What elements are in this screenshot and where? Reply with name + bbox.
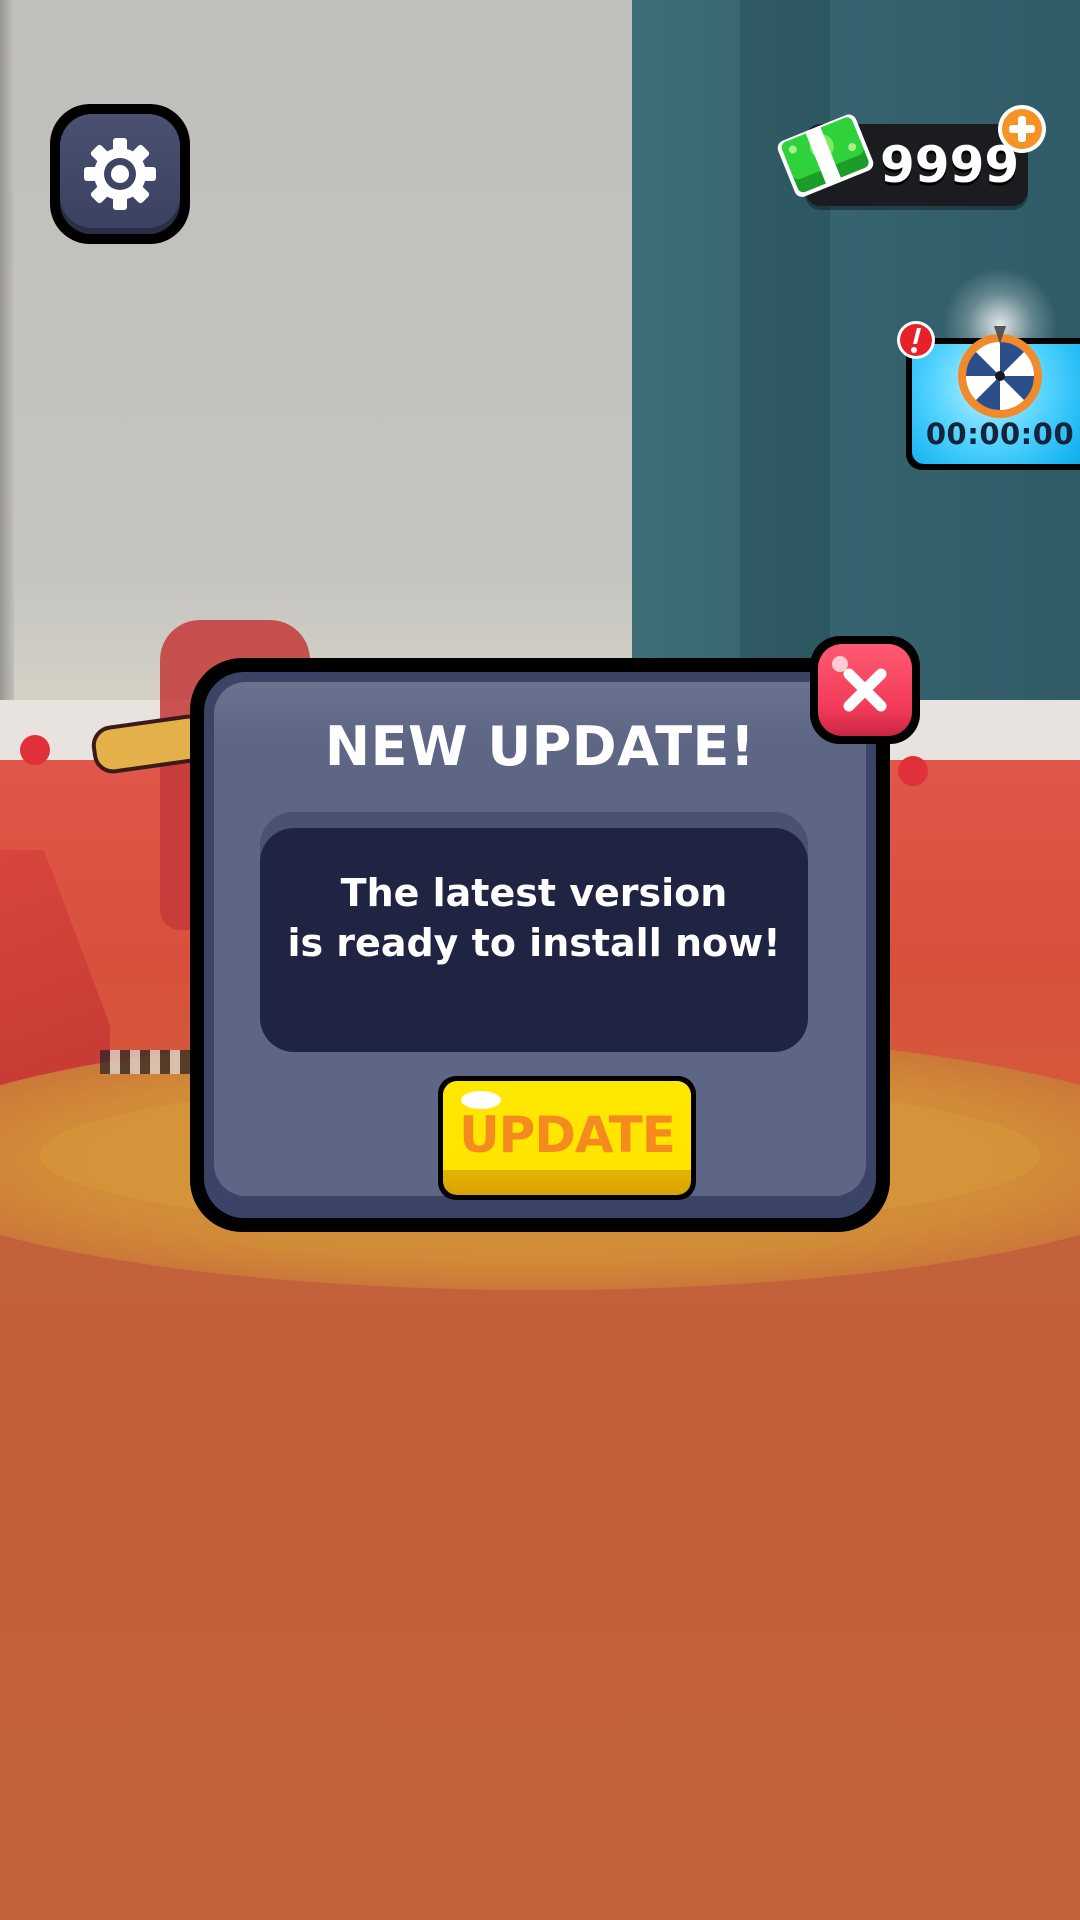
update-button[interactable]: UPDATE — [438, 1076, 696, 1200]
background-flag — [20, 735, 50, 765]
prize-wheel-icon — [958, 326, 1042, 418]
background-flag — [898, 756, 928, 786]
gear-icon — [84, 138, 156, 210]
update-button-face: UPDATE — [443, 1081, 691, 1195]
dialog-title: NEW UPDATE! — [324, 715, 756, 778]
background-checker-line — [100, 1050, 190, 1074]
cash-stack-icon — [777, 114, 874, 197]
update-dialog-frame: NEW UPDATE! The latest version is ready … — [204, 672, 876, 1218]
close-button[interactable] — [810, 636, 920, 744]
message-box: The latest version is ready to install n… — [260, 812, 808, 1052]
close-button-face — [818, 644, 912, 736]
update-button-label: UPDATE — [459, 1106, 676, 1164]
close-icon — [843, 668, 887, 712]
settings-button[interactable] — [50, 104, 190, 244]
dialog-message: The latest version is ready to install n… — [287, 871, 781, 965]
exclamation-icon — [897, 321, 935, 359]
plus-icon[interactable] — [996, 103, 1048, 155]
update-dialog-body: NEW UPDATE! The latest version is ready … — [214, 682, 866, 1200]
background-wall-edge — [0, 0, 14, 720]
settings-button-face — [60, 114, 180, 234]
spin-timer: 00:00:00 — [925, 417, 1075, 451]
background-ground — [0, 1300, 1080, 1920]
game-screen: 9999 00:00:00 NEW UPDATE! The latest ver… — [0, 0, 1080, 1920]
button-shine — [832, 656, 848, 672]
update-dialog: NEW UPDATE! The latest version is ready … — [190, 658, 890, 1232]
